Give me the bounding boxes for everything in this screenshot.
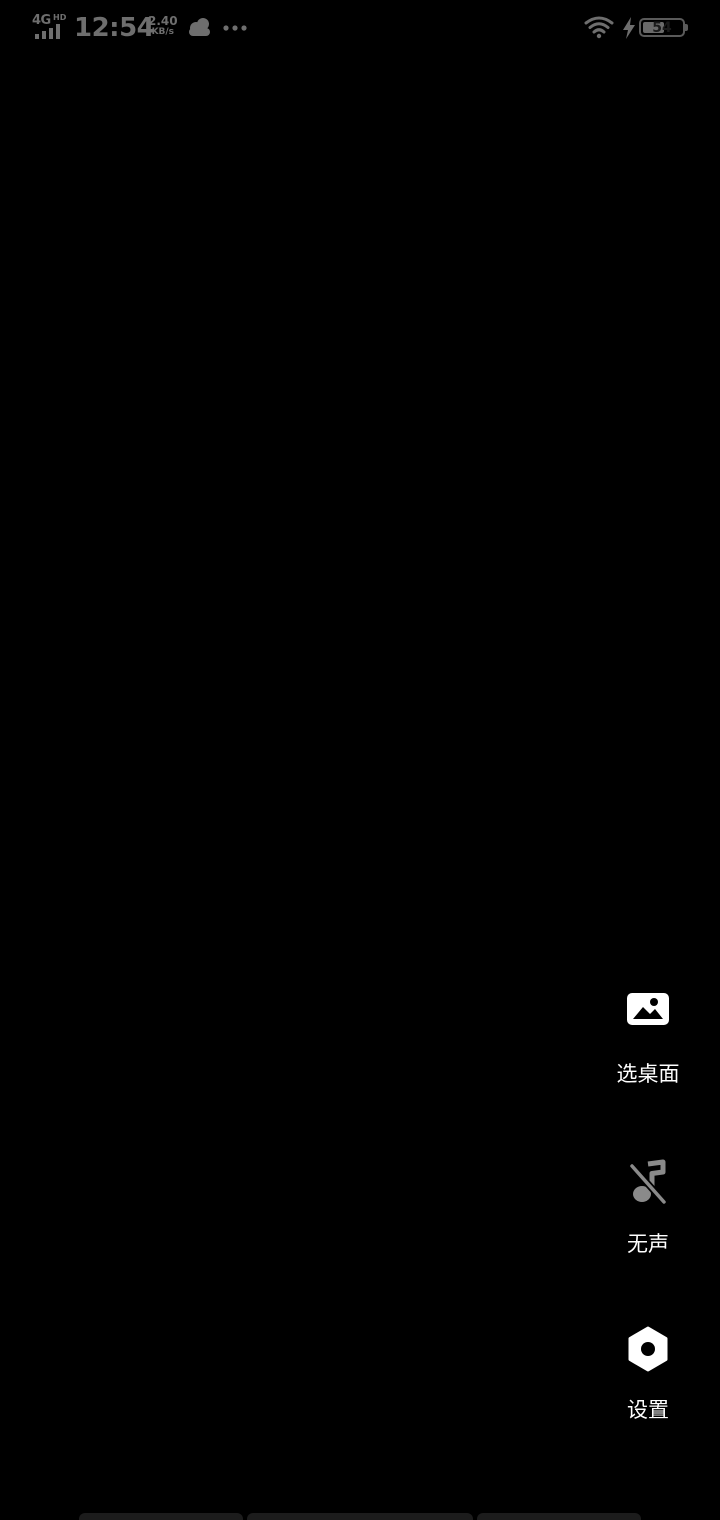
status-clock: 12:54: [74, 13, 155, 43]
battery-level: 54: [652, 20, 672, 36]
settings-icon: [628, 1326, 668, 1372]
bottom-tab-edge: [79, 1513, 243, 1520]
bottom-tab-edge: [477, 1513, 641, 1520]
bottom-tab-edge: [247, 1513, 473, 1520]
wifi-icon: [584, 16, 614, 39]
cloud-icon: [189, 18, 210, 36]
signal-icon: [35, 24, 60, 39]
more-icon: [223, 25, 247, 31]
battery-icon: 54: [639, 18, 685, 37]
mute-label: 无声: [627, 1232, 669, 1256]
choose-wallpaper-button[interactable]: 选桌面: [593, 988, 703, 1088]
network-speed-unit: KB/s: [151, 27, 175, 37]
battery-tip: [685, 24, 688, 31]
mute-button[interactable]: 无声: [593, 1158, 703, 1258]
choose-wallpaper-label: 选桌面: [616, 1062, 680, 1086]
settings-label: 设置: [627, 1398, 669, 1422]
status-bar: 4G HD 12:54 2.40 KB/s 54: [0, 0, 720, 56]
charging-icon: [623, 17, 635, 39]
network-speed-value: 2.40: [148, 14, 178, 28]
music-off-icon: [629, 1159, 667, 1205]
settings-button[interactable]: 设置: [593, 1325, 703, 1424]
network-speed: 2.40 KB/s: [148, 15, 178, 38]
network-hd-badge: HD: [53, 13, 67, 22]
image-icon: [627, 993, 669, 1025]
